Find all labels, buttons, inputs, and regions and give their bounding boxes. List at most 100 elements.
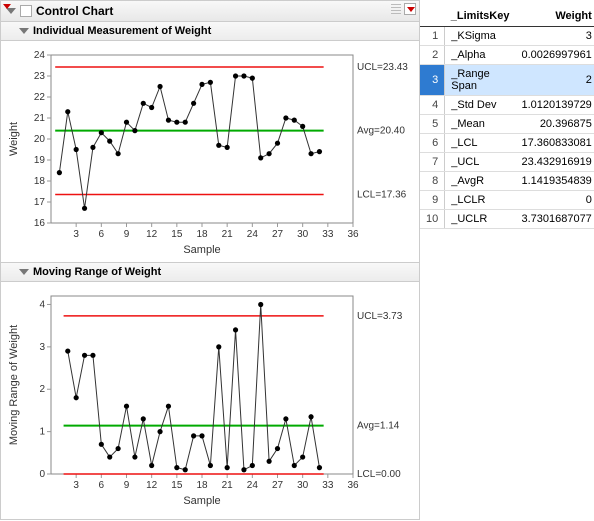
chart2-title: Moving Range of Weight bbox=[33, 266, 161, 278]
row-key: _LCL bbox=[445, 134, 516, 153]
svg-text:3: 3 bbox=[73, 229, 79, 240]
svg-text:0: 0 bbox=[39, 469, 45, 480]
hotspot-icon[interactable] bbox=[20, 5, 32, 17]
svg-text:Sample: Sample bbox=[183, 495, 220, 507]
grip-icon[interactable] bbox=[391, 4, 401, 16]
svg-text:LCL=17.36: LCL=17.36 bbox=[357, 189, 407, 200]
row-index: 2 bbox=[420, 46, 445, 65]
row-key: _UCLR bbox=[445, 210, 516, 229]
row-key: _LCLR bbox=[445, 191, 516, 210]
table-row[interactable]: 2_Alpha0.0026997961 bbox=[420, 46, 594, 65]
svg-text:UCL=3.73: UCL=3.73 bbox=[357, 311, 403, 322]
row-index: 3 bbox=[420, 65, 445, 96]
svg-text:1: 1 bbox=[39, 427, 45, 438]
row-val: 23.432916919 bbox=[515, 153, 594, 172]
svg-text:18: 18 bbox=[34, 176, 46, 187]
svg-text:4: 4 bbox=[39, 299, 45, 310]
svg-text:12: 12 bbox=[146, 480, 158, 491]
svg-text:LCL=0.00: LCL=0.00 bbox=[357, 469, 401, 480]
chart2-area: 01234369121518212427303336UCL=3.73Avg=1.… bbox=[0, 282, 420, 520]
svg-text:20: 20 bbox=[34, 134, 46, 145]
col-header-key[interactable]: _LimitsKey bbox=[445, 6, 516, 27]
svg-text:24: 24 bbox=[34, 50, 46, 61]
chart1-area: 161718192021222324369121518212427303336U… bbox=[0, 41, 420, 262]
svg-text:9: 9 bbox=[124, 229, 130, 240]
svg-text:17: 17 bbox=[34, 197, 46, 208]
svg-text:Moving Range of Weight: Moving Range of Weight bbox=[8, 325, 20, 445]
col-header-value[interactable]: Weight bbox=[515, 6, 594, 27]
row-val: 20.396875 bbox=[515, 115, 594, 134]
chart1-title: Individual Measurement of Weight bbox=[33, 25, 211, 37]
row-val: 1.0120139729 bbox=[515, 96, 594, 115]
svg-text:Avg=20.40: Avg=20.40 bbox=[357, 126, 405, 137]
limits-table: _LimitsKey Weight 1_KSigma32_Alpha0.0026… bbox=[420, 6, 594, 229]
row-index: 1 bbox=[420, 27, 445, 46]
table-row[interactable]: 1_KSigma3 bbox=[420, 27, 594, 46]
svg-text:18: 18 bbox=[196, 229, 208, 240]
svg-text:15: 15 bbox=[171, 480, 183, 491]
chart2-header[interactable]: Moving Range of Weight bbox=[0, 262, 420, 282]
svg-text:36: 36 bbox=[347, 229, 359, 240]
row-index: 10 bbox=[420, 210, 445, 229]
svg-text:30: 30 bbox=[297, 480, 309, 491]
svg-text:6: 6 bbox=[99, 229, 105, 240]
row-val: 3 bbox=[515, 27, 594, 46]
row-index: 8 bbox=[420, 172, 445, 191]
table-body: 1_KSigma32_Alpha0.00269979613_Range Span… bbox=[420, 27, 594, 229]
disclosure-icon[interactable] bbox=[19, 269, 29, 275]
svg-text:24: 24 bbox=[247, 229, 259, 240]
table-row[interactable]: 7_UCL23.432916919 bbox=[420, 153, 594, 172]
table-row[interactable]: 8_AvgR1.1419354839 bbox=[420, 172, 594, 191]
row-key: _AvgR bbox=[445, 172, 516, 191]
table-row[interactable]: 10_UCLR3.7301687077 bbox=[420, 210, 594, 229]
svg-text:33: 33 bbox=[322, 229, 334, 240]
svg-text:Avg=1.14: Avg=1.14 bbox=[357, 421, 400, 432]
svg-text:3: 3 bbox=[73, 480, 79, 491]
chart1-header[interactable]: Individual Measurement of Weight bbox=[0, 22, 420, 41]
row-key: _Range Span bbox=[445, 65, 516, 96]
table-row[interactable]: 3_Range Span2 bbox=[420, 65, 594, 96]
svg-text:19: 19 bbox=[34, 155, 46, 166]
row-index: 4 bbox=[420, 96, 445, 115]
svg-text:24: 24 bbox=[247, 480, 259, 491]
disclosure-icon[interactable] bbox=[19, 28, 29, 34]
panel-title: Control Chart bbox=[36, 4, 113, 18]
row-val: 0.0026997961 bbox=[515, 46, 594, 65]
row-key: _Mean bbox=[445, 115, 516, 134]
svg-text:15: 15 bbox=[171, 229, 183, 240]
svg-text:22: 22 bbox=[34, 92, 46, 103]
row-key: _KSigma bbox=[445, 27, 516, 46]
chart2-svg: 01234369121518212427303336UCL=3.73Avg=1.… bbox=[5, 288, 413, 508]
table-row[interactable]: 4_Std Dev1.0120139729 bbox=[420, 96, 594, 115]
hotspot-right-icon[interactable] bbox=[404, 3, 416, 15]
table-row[interactable]: 9_LCLR0 bbox=[420, 191, 594, 210]
svg-text:9: 9 bbox=[124, 480, 130, 491]
row-val: 3.7301687077 bbox=[515, 210, 594, 229]
svg-text:6: 6 bbox=[99, 480, 105, 491]
svg-text:16: 16 bbox=[34, 218, 46, 229]
svg-text:Weight: Weight bbox=[8, 122, 20, 156]
row-val: 1.1419354839 bbox=[515, 172, 594, 191]
svg-text:21: 21 bbox=[222, 229, 234, 240]
svg-text:23: 23 bbox=[34, 71, 46, 82]
row-index: 7 bbox=[420, 153, 445, 172]
chart1-svg: 161718192021222324369121518212427303336U… bbox=[5, 47, 413, 257]
svg-text:18: 18 bbox=[196, 480, 208, 491]
svg-text:21: 21 bbox=[34, 113, 46, 124]
row-index: 9 bbox=[420, 191, 445, 210]
row-index: 6 bbox=[420, 134, 445, 153]
row-val: 0 bbox=[515, 191, 594, 210]
svg-text:27: 27 bbox=[272, 229, 284, 240]
main-panel-header[interactable]: Control Chart bbox=[0, 0, 420, 22]
svg-text:27: 27 bbox=[272, 480, 284, 491]
table-row[interactable]: 6_LCL17.360833081 bbox=[420, 134, 594, 153]
row-key: _Alpha bbox=[445, 46, 516, 65]
row-val: 2 bbox=[515, 65, 594, 96]
row-index: 5 bbox=[420, 115, 445, 134]
svg-text:30: 30 bbox=[297, 229, 309, 240]
row-key: _UCL bbox=[445, 153, 516, 172]
table-row[interactable]: 5_Mean20.396875 bbox=[420, 115, 594, 134]
limits-table-panel: _LimitsKey Weight 1_KSigma32_Alpha0.0026… bbox=[420, 0, 594, 229]
svg-text:21: 21 bbox=[222, 480, 234, 491]
svg-text:2: 2 bbox=[39, 384, 45, 395]
